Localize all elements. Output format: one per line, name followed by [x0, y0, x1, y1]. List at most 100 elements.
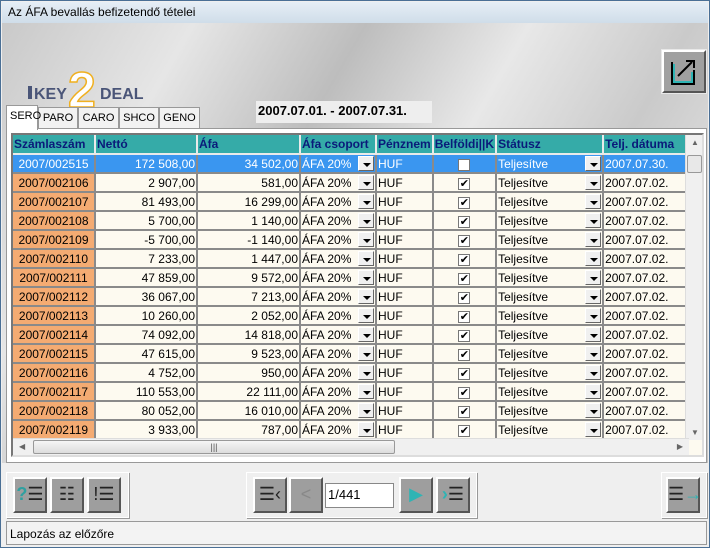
status-cell[interactable]: Teljesítve	[496, 287, 605, 307]
invoice-number-cell[interactable]: 2007/002109	[13, 230, 96, 250]
table-row[interactable]: 2007/002113 10 260,00 2 052,00 ÁFA 20% HUF ✔ T…	[13, 306, 697, 326]
invoice-number-cell[interactable]: 2007/002115	[13, 344, 96, 364]
dropdown-arrow-icon[interactable]	[358, 422, 374, 437]
invoice-number-cell[interactable]: 2007/002106	[13, 173, 96, 193]
previous-page-button[interactable]: <	[289, 477, 323, 513]
status-cell[interactable]: Teljesítve	[496, 363, 605, 383]
invoice-number-cell[interactable]: 2007/002119	[13, 420, 96, 440]
net-cell[interactable]: 4 752,00	[95, 363, 198, 383]
table-row[interactable]: 2007/002515 172 508,00 34 502,00 ÁFA 20% HUF…	[13, 154, 697, 174]
dropdown-arrow-icon[interactable]	[585, 346, 602, 361]
dropdown-arrow-icon[interactable]	[585, 232, 602, 247]
dropdown-arrow-icon[interactable]	[585, 422, 602, 437]
net-cell[interactable]: 74 092,00	[95, 325, 198, 345]
completion-date-cell[interactable]: 2007.07.30.	[603, 154, 697, 174]
table-row[interactable]: 2007/002108 5 700,00 1 140,00 ÁFA 20% HUF ✔ Te…	[13, 211, 697, 231]
dropdown-arrow-icon[interactable]	[585, 194, 602, 209]
vat-group-cell[interactable]: ÁFA 20%	[300, 192, 377, 212]
dropdown-arrow-icon[interactable]	[358, 308, 374, 323]
completion-date-cell[interactable]: 2007.07.02.	[603, 420, 697, 440]
domestic-checkbox[interactable]: ✔	[458, 177, 471, 190]
domestic-checkbox[interactable]: ✔	[458, 272, 471, 285]
net-cell[interactable]: 80 052,00	[95, 401, 198, 421]
completion-date-cell[interactable]: 2007.07.02.	[603, 306, 697, 326]
dropdown-arrow-icon[interactable]	[358, 384, 374, 399]
horizontal-scroll-thumb[interactable]: |||	[33, 440, 395, 454]
tab-sero[interactable]: SERO	[6, 105, 41, 130]
invoice-number-cell[interactable]: 2007/002107	[13, 192, 96, 212]
net-cell[interactable]: 2 907,00	[95, 173, 198, 193]
dropdown-arrow-icon[interactable]	[585, 403, 602, 418]
domestic-checkbox[interactable]	[458, 158, 471, 171]
list-button[interactable]: ☷	[50, 477, 84, 513]
tab-shco[interactable]: SHCO	[119, 107, 159, 129]
horizontal-scrollbar[interactable]: ◀ ||| ▶	[13, 438, 689, 455]
completion-date-cell[interactable]: 2007.07.02.	[603, 249, 697, 269]
domestic-checkbox[interactable]: ✔	[458, 196, 471, 209]
status-cell[interactable]: Teljesítve	[496, 306, 605, 326]
completion-date-cell[interactable]: 2007.07.02.	[603, 287, 697, 307]
net-cell[interactable]: 81 493,00	[95, 192, 198, 212]
domestic-checkbox[interactable]: ✔	[458, 348, 471, 361]
dropdown-arrow-icon[interactable]	[358, 194, 374, 209]
dropdown-arrow-icon[interactable]	[358, 156, 374, 171]
vat-cell[interactable]: 16 010,00	[197, 401, 301, 421]
vat-cell[interactable]: 9 572,00	[197, 268, 301, 288]
currency-cell[interactable]: HUF	[376, 249, 434, 269]
table-row[interactable]: 2007/002118 80 052,00 16 010,00 ÁFA 20% HUF ✔…	[13, 401, 697, 421]
completion-date-cell[interactable]: 2007.07.02.	[603, 268, 697, 288]
table-row[interactable]: 2007/002114 74 092,00 14 818,00 ÁFA 20% HUF ✔…	[13, 325, 697, 345]
vat-cell[interactable]: 1 140,00	[197, 211, 301, 231]
vat-group-cell[interactable]: ÁFA 20%	[300, 211, 377, 231]
col-header-completion-date[interactable]: Telj. dátuma	[603, 135, 697, 155]
dropdown-arrow-icon[interactable]	[358, 251, 374, 266]
invoice-number-cell[interactable]: 2007/002110	[13, 249, 96, 269]
currency-cell[interactable]: HUF	[376, 173, 434, 193]
scroll-right-icon[interactable]: ▶	[677, 442, 683, 451]
net-cell[interactable]: 7 233,00	[95, 249, 198, 269]
invoice-number-cell[interactable]: 2007/002515	[13, 154, 96, 174]
dropdown-arrow-icon[interactable]	[358, 346, 374, 361]
dropdown-arrow-icon[interactable]	[585, 289, 602, 304]
col-header-net[interactable]: Nettó	[95, 135, 198, 155]
col-header-status[interactable]: Státusz	[496, 135, 605, 155]
tab-geno[interactable]: GENO	[159, 107, 200, 129]
vat-cell[interactable]: 1 447,00	[197, 249, 301, 269]
col-header-vat[interactable]: Áfa	[197, 135, 301, 155]
vat-group-cell[interactable]: ÁFA 20%	[300, 325, 377, 345]
table-row[interactable]: 2007/002111 47 859,00 9 572,00 ÁFA 20% HUF ✔ T…	[13, 268, 697, 288]
vat-group-cell[interactable]: ÁFA 20%	[300, 268, 377, 288]
currency-cell[interactable]: HUF	[376, 325, 434, 345]
dropdown-arrow-icon[interactable]	[358, 232, 374, 247]
table-row[interactable]: 2007/002119 3 933,00 787,00 ÁFA 20% HUF ✔ Telj…	[13, 420, 697, 440]
vat-cell[interactable]: 34 502,00	[197, 154, 301, 174]
dropdown-arrow-icon[interactable]	[358, 175, 374, 190]
dropdown-arrow-icon[interactable]	[358, 270, 374, 285]
domestic-checkbox[interactable]: ✔	[458, 234, 471, 247]
table-row[interactable]: 2007/002109 -5 700,00 -1 140,00 ÁFA 20% HUF ✔…	[13, 230, 697, 250]
completion-date-cell[interactable]: 2007.07.02.	[603, 325, 697, 345]
status-cell[interactable]: Teljesítve	[496, 173, 605, 193]
dropdown-arrow-icon[interactable]	[585, 251, 602, 266]
col-header-invoice-number[interactable]: Számlaszám	[13, 135, 96, 155]
net-cell[interactable]: 47 615,00	[95, 344, 198, 364]
dropdown-arrow-icon[interactable]	[358, 403, 374, 418]
vat-cell[interactable]: 2 052,00	[197, 306, 301, 326]
exit-button[interactable]: ☰→	[666, 477, 702, 513]
dropdown-arrow-icon[interactable]	[358, 213, 374, 228]
status-cell[interactable]: Teljesítve	[496, 154, 605, 174]
dropdown-arrow-icon[interactable]	[585, 384, 602, 399]
domestic-checkbox[interactable]: ✔	[458, 310, 471, 323]
status-cell[interactable]: Teljesítve	[496, 401, 605, 421]
dropdown-arrow-icon[interactable]	[585, 213, 602, 228]
vat-cell[interactable]: 581,00	[197, 173, 301, 193]
tab-paro[interactable]: PARO	[38, 107, 78, 129]
dropdown-arrow-icon[interactable]	[585, 365, 602, 380]
query-list-button[interactable]: ?☰	[13, 477, 47, 513]
currency-cell[interactable]: HUF	[376, 154, 434, 174]
dropdown-arrow-icon[interactable]	[585, 156, 602, 171]
completion-date-cell[interactable]: 2007.07.02.	[603, 363, 697, 383]
vat-group-cell[interactable]: ÁFA 20%	[300, 344, 377, 364]
vat-cell[interactable]: 16 299,00	[197, 192, 301, 212]
table-row[interactable]: 2007/002112 36 067,00 7 213,00 ÁFA 20% HUF ✔ T…	[13, 287, 697, 307]
